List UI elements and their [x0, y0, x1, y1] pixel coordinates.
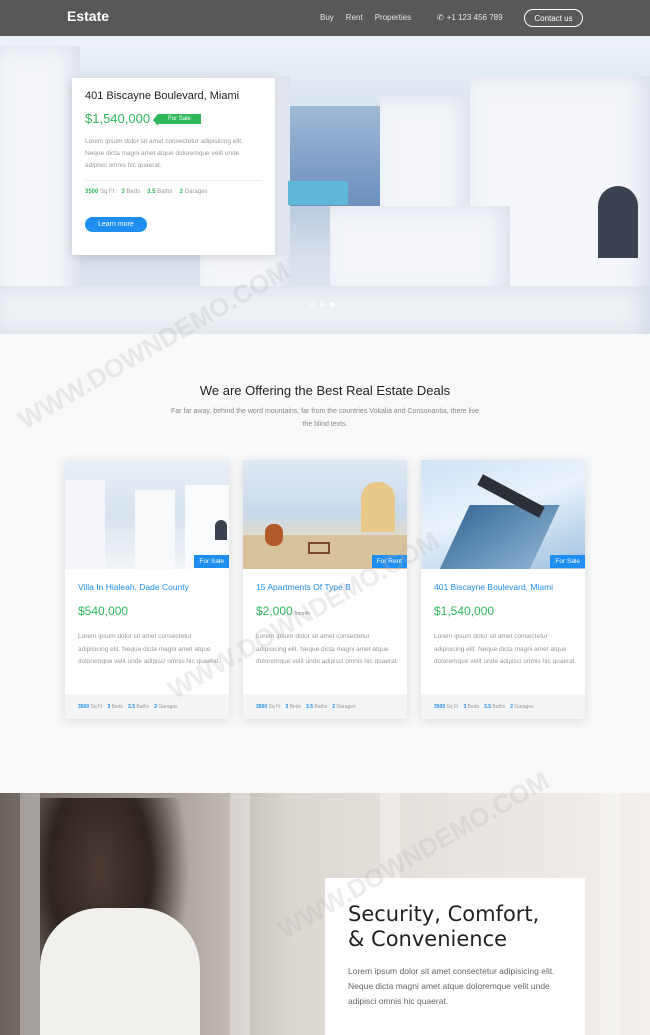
offers-title: We are Offering the Best Real Estate Dea… — [199, 383, 451, 398]
learn-more-button[interactable]: Learn more — [85, 217, 147, 232]
hero-sale-tag: For Sale — [153, 113, 201, 126]
property-features: 3500 Sq Ft 3 Beds 3.5 Baths 2 Garages — [65, 694, 229, 719]
feature-baths: 3.5 Baths — [147, 189, 173, 195]
hero-price-row: $1,540,000 For Sale — [85, 111, 262, 126]
hero-features: 3500 Sq Ft 3 Beds 3.5 Baths 2 Garages — [85, 189, 262, 195]
hero-pool — [288, 181, 348, 205]
curtain — [230, 793, 250, 1035]
hero-building — [330, 206, 510, 296]
feature-text: Lorem ipsum dolor sit amet consectetur a… — [348, 966, 555, 1006]
slider-dot[interactable] — [320, 302, 325, 307]
property-price: $1,540,000 — [434, 604, 495, 618]
hero-property-card: 401 Biscayne Boulevard, Miami $1,540,000… — [72, 78, 275, 255]
nav-links: Buy Rent Properties — [320, 13, 411, 22]
property-image[interactable] — [65, 460, 229, 569]
feature-heading: Security, Comfort, & Convenience — [348, 902, 540, 951]
property-title[interactable]: 401 Biscayne Boulevard, Miami — [434, 582, 553, 592]
offers-subtitle: Far far away, behind the word mountains,… — [170, 408, 480, 428]
property-description: Lorem ipsum dolor sit amet consectetur a… — [256, 633, 399, 665]
property-image[interactable] — [243, 460, 407, 569]
feature-card: Security, Comfort, & Convenience Lorem i… — [325, 878, 585, 1035]
curtain — [20, 793, 40, 1035]
hero-address: 401 Biscayne Boulevard, Miami — [85, 90, 240, 102]
nav-link-rent[interactable]: Rent — [346, 13, 363, 22]
status-badge: For Rent — [371, 555, 407, 568]
property-description: Lorem ipsum dolor sit amet consectetur a… — [434, 633, 577, 665]
feature-sqft: 3500 Sq Ft — [85, 189, 115, 195]
property-features: 3500 Sq Ft 3 Beds 3.5 Baths 2 Garages — [243, 694, 407, 719]
hero-price: $1,540,000 — [85, 111, 151, 126]
contact-button[interactable]: Contact us — [524, 9, 583, 27]
feature-garages: 2 Garages — [179, 189, 208, 195]
status-badge: For Sale — [194, 555, 229, 568]
phone-number: +1 123 456 789 — [446, 13, 503, 22]
feature-beds: 3 Beds — [121, 189, 141, 195]
slider-dot[interactable] — [310, 302, 315, 307]
property-description: Lorem ipsum dolor sit amet consectetur a… — [78, 633, 221, 665]
property-price: $540,000 — [78, 604, 129, 618]
property-card[interactable]: For Sale Villa In Hialeah, Dade County $… — [65, 460, 229, 719]
property-image[interactable] — [421, 460, 585, 569]
nav-link-properties[interactable]: Properties — [375, 13, 411, 22]
hero-arch — [598, 186, 638, 258]
phone-icon: ✆ — [437, 13, 444, 22]
status-badge: For Sale — [550, 555, 585, 568]
property-card[interactable]: For Rent 15 Apartments Of Type B $2,000/… — [243, 460, 407, 719]
slider-dot-active[interactable] — [330, 302, 335, 307]
nav-link-buy[interactable]: Buy — [320, 13, 334, 22]
property-title[interactable]: Villa In Hialeah, Dade County — [78, 582, 189, 592]
property-features: 3500 Sq Ft 3 Beds 3.5 Baths 2 Garages — [421, 694, 585, 719]
brand-logo[interactable]: Estate — [67, 8, 109, 24]
top-navbar: Estate Buy Rent Properties ✆ +1 123 456 … — [0, 0, 650, 36]
hero-terrace — [0, 286, 650, 334]
phone-link[interactable]: ✆ +1 123 456 789 — [437, 13, 503, 22]
property-card[interactable]: For Sale 401 Biscayne Boulevard, Miami $… — [421, 460, 585, 719]
hero-description: Lorem ipsum dolor sit amet consectetur a… — [85, 136, 262, 181]
curtain — [600, 793, 620, 1035]
property-price: $2,000/month — [256, 604, 310, 618]
woman-dress — [40, 908, 200, 1035]
property-title[interactable]: 15 Apartments Of Type B — [256, 582, 351, 592]
slider-dots — [310, 302, 335, 307]
